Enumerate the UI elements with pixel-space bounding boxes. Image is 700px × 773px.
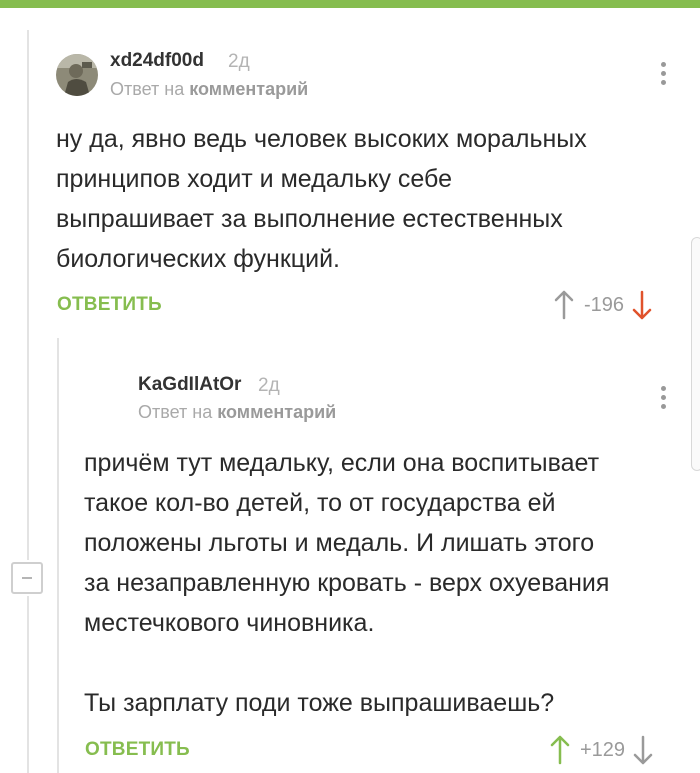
top-accent-bar xyxy=(0,0,700,8)
reply-to-target: комментарий xyxy=(189,79,309,99)
upvote-arrow-icon[interactable] xyxy=(550,735,570,765)
more-options-icon[interactable] xyxy=(661,62,667,89)
comment-rating: -196 xyxy=(584,293,625,316)
thread-line-outer-lower xyxy=(27,596,29,773)
comment-body: ну да, явно ведь человек высоких моральн… xyxy=(56,125,587,273)
comment-time: 2д xyxy=(258,375,280,396)
downvote-arrow-icon[interactable] xyxy=(632,290,652,320)
reply-button[interactable]: ОТВЕТИТЬ xyxy=(85,739,190,761)
comment-time: 2д xyxy=(228,51,250,72)
avatar[interactable] xyxy=(56,54,98,96)
reply-to-prefix: Ответ на xyxy=(138,402,213,422)
reply-to-link[interactable]: Ответ на комментарий xyxy=(138,402,336,423)
minus-icon xyxy=(22,577,32,579)
reply-to-target: комментарий xyxy=(217,402,337,422)
downvote-arrow-icon[interactable] xyxy=(633,735,653,765)
comment-username[interactable]: xd24df00d xyxy=(110,50,204,72)
comment-username[interactable]: KaGdIlAtOr xyxy=(138,374,241,396)
vote-controls: -196 xyxy=(554,290,652,320)
thread-line-inner xyxy=(57,338,59,773)
reply-to-link[interactable]: Ответ на комментарий xyxy=(110,79,308,100)
vote-controls: +129 xyxy=(550,735,653,765)
thread-line-outer xyxy=(27,30,29,560)
upvote-arrow-icon[interactable] xyxy=(554,290,574,320)
reply-button[interactable]: ОТВЕТИТЬ xyxy=(57,294,162,316)
more-options-icon[interactable] xyxy=(661,386,667,413)
comment-body: причём тут медальку, если она воспитывае… xyxy=(84,449,610,717)
scrollbar-thumb[interactable] xyxy=(691,237,700,471)
comment-rating: +129 xyxy=(580,738,626,761)
reply-to-prefix: Ответ на xyxy=(110,79,185,99)
collapse-thread-button[interactable] xyxy=(11,562,43,594)
